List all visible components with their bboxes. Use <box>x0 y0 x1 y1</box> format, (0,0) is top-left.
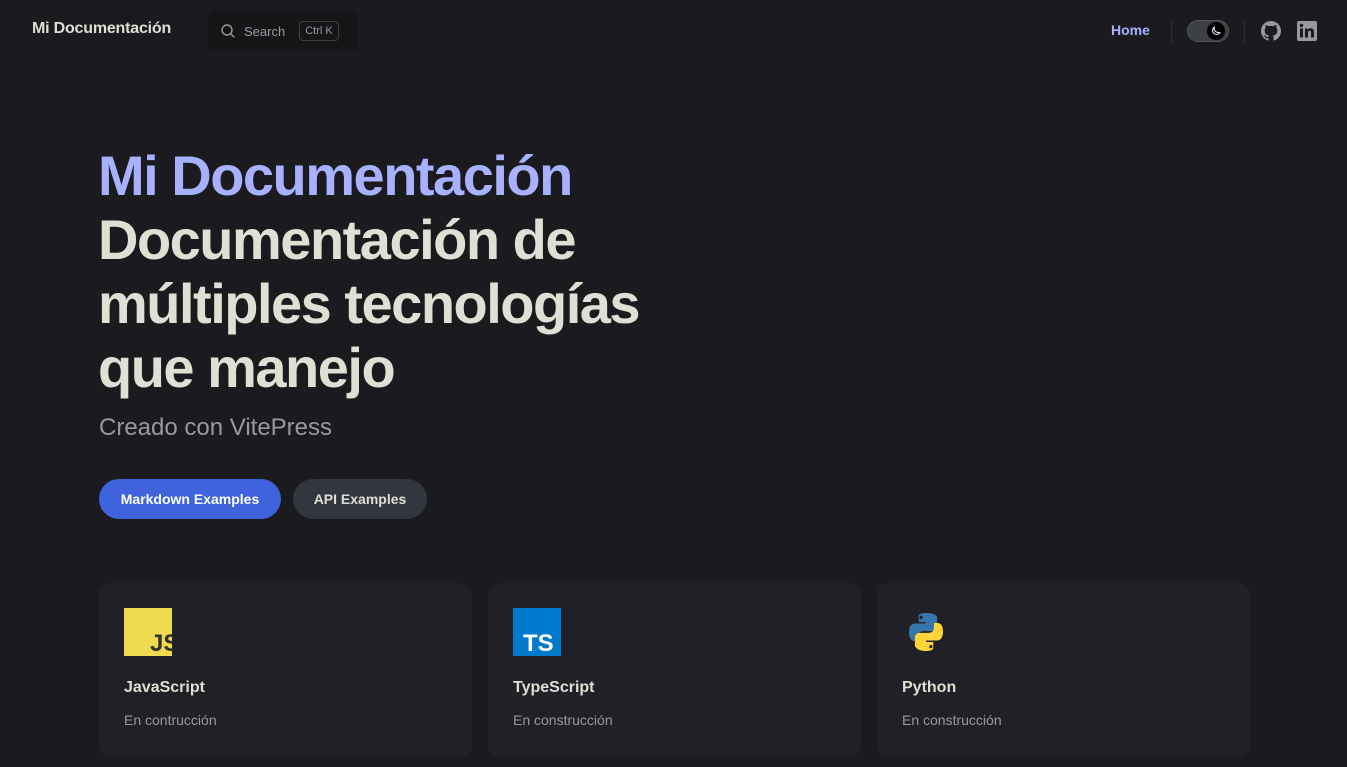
search-label: Search <box>244 23 286 39</box>
nav-divider <box>1244 19 1245 43</box>
javascript-logo-icon: JS <box>124 608 179 657</box>
navbar: Mi Documentación Search Ctrl K Home <box>0 0 1347 64</box>
moon-icon <box>1207 22 1225 40</box>
feature-card-python[interactable]: Python En construcción <box>877 583 1250 757</box>
feature-title: TypeScript <box>513 679 595 696</box>
svg-text:JS: JS <box>150 630 172 656</box>
python-logo-icon <box>902 608 950 656</box>
svg-text:TS: TS <box>523 630 554 656</box>
hero-text: Documentación de múltiples tecnologías q… <box>98 208 641 399</box>
hero-tagline: Creado con VitePress <box>99 414 333 441</box>
linkedin-icon[interactable] <box>1297 21 1317 41</box>
nav-divider <box>1171 19 1172 43</box>
search-button[interactable]: Search Ctrl K <box>208 11 359 51</box>
search-shortcut: Ctrl K <box>299 21 339 41</box>
feature-card-javascript[interactable]: JS JavaScript En contrucción <box>99 583 472 757</box>
typescript-logo-icon: TS <box>513 608 561 657</box>
theme-toggle[interactable] <box>1187 20 1229 42</box>
feature-card-typescript[interactable]: TS TypeScript En construcción <box>488 583 861 757</box>
feature-title: JavaScript <box>124 679 205 696</box>
api-examples-button[interactable]: API Examples <box>293 479 427 519</box>
hero-name: Mi Documentación <box>98 144 573 207</box>
site-title[interactable]: Mi Documentación <box>32 20 171 38</box>
feature-details: En contrucción <box>124 712 217 728</box>
markdown-examples-button[interactable]: Markdown Examples <box>99 479 281 519</box>
search-icon <box>220 23 236 39</box>
feature-details: En construcción <box>513 712 613 728</box>
github-icon[interactable] <box>1261 21 1281 41</box>
feature-title: Python <box>902 679 957 696</box>
nav-link-home[interactable]: Home <box>1111 22 1150 38</box>
feature-details: En construcción <box>902 712 1002 728</box>
